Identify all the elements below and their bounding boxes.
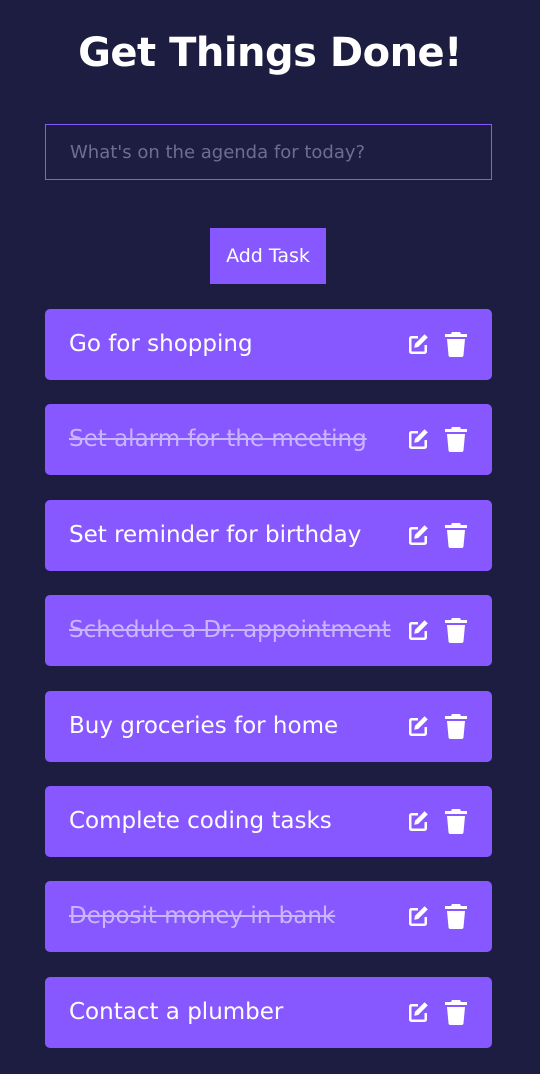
trash-icon[interactable] — [444, 617, 468, 644]
edit-icon[interactable] — [406, 522, 430, 548]
task-label[interactable]: Complete coding tasks — [69, 786, 332, 857]
task-item: Contact a plumber — [45, 976, 492, 1048]
task-label[interactable]: Go for shopping — [69, 309, 253, 380]
add-task-button[interactable]: Add Task — [210, 228, 326, 284]
edit-icon[interactable] — [406, 999, 430, 1025]
task-label[interactable]: Deposit money in bank — [69, 881, 335, 952]
task-item: Deposit money in bank — [45, 881, 492, 953]
page-title: Get Things Done! — [78, 30, 462, 76]
trash-icon[interactable] — [444, 522, 468, 548]
trash-icon[interactable] — [444, 331, 468, 357]
task-item: Complete coding tasks — [45, 785, 492, 857]
task-label[interactable]: Schedule a Dr. appointment — [69, 595, 391, 666]
trash-icon[interactable] — [444, 808, 468, 834]
task-label[interactable]: Buy groceries for home — [69, 691, 338, 762]
task-label[interactable]: Contact a plumber — [69, 977, 283, 1048]
edit-icon[interactable] — [406, 808, 430, 834]
trash-icon[interactable] — [444, 426, 468, 453]
trash-icon[interactable] — [444, 903, 468, 930]
task-list: Go for shopping Set alarm for the meetin… — [45, 309, 492, 1072]
trash-icon[interactable] — [444, 713, 468, 739]
edit-icon[interactable] — [406, 903, 430, 929]
task-item: Set alarm for the meeting — [45, 404, 492, 476]
task-input[interactable] — [45, 124, 492, 180]
task-item: Buy groceries for home — [45, 690, 492, 762]
task-label[interactable]: Set alarm for the meeting — [69, 404, 367, 475]
edit-icon[interactable] — [406, 331, 430, 357]
edit-icon[interactable] — [406, 426, 430, 452]
app-root: Get Things Done! Add Task Go for shoppin… — [0, 0, 540, 1074]
edit-icon[interactable] — [406, 617, 430, 643]
task-item: Go for shopping — [45, 309, 492, 380]
task-item: Schedule a Dr. appointment — [45, 595, 492, 667]
task-item: Set reminder for birthday — [45, 499, 492, 571]
trash-icon[interactable] — [444, 999, 468, 1025]
edit-icon[interactable] — [406, 713, 430, 739]
task-label[interactable]: Set reminder for birthday — [69, 500, 361, 571]
